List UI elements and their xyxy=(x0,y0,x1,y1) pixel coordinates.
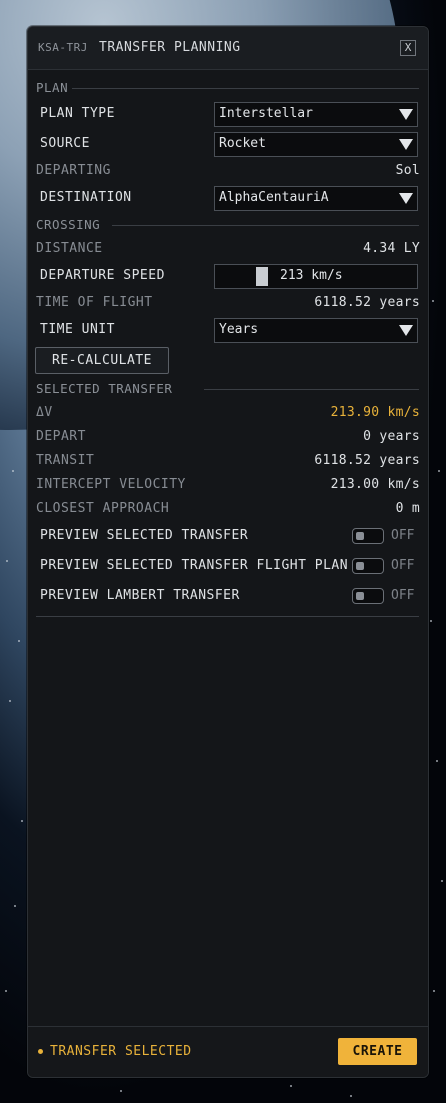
chevron-down-icon xyxy=(399,139,413,150)
departure-speed-label: DEPARTURE SPEED xyxy=(40,268,165,283)
time-of-flight-label: TIME OF FLIGHT xyxy=(36,295,153,310)
toggle-state: OFF xyxy=(391,588,415,603)
section-selected-label: SELECTED TRANSFER xyxy=(36,381,173,396)
plan-type-value: Interstellar xyxy=(219,106,313,121)
slider-thumb[interactable] xyxy=(256,267,268,286)
transit-label: TRANSIT xyxy=(36,453,95,468)
plan-type-dropdown[interactable]: Interstellar xyxy=(214,102,418,127)
plan-type-label: PLAN TYPE xyxy=(40,106,115,121)
recalculate-button[interactable]: RE-CALCULATE xyxy=(35,347,169,374)
chevron-down-icon xyxy=(399,193,413,204)
time-unit-dropdown[interactable]: Years xyxy=(214,318,418,343)
distance-value: 4.34 LY xyxy=(363,241,420,256)
status-dot-icon xyxy=(38,1049,43,1054)
intercept-velocity-value: 213.00 km/s xyxy=(330,477,420,492)
depart-label: DEPART xyxy=(36,429,86,444)
distance-label: DISTANCE xyxy=(36,241,103,256)
preview-lambert-transfer-toggle[interactable] xyxy=(352,588,384,604)
closest-approach-label: CLOSEST APPROACH xyxy=(36,501,170,516)
delta-v-value: 213.90 km/s xyxy=(330,405,420,420)
time-unit-label: TIME UNIT xyxy=(40,322,115,337)
destination-dropdown[interactable]: AlphaCentauriA xyxy=(214,186,418,211)
intercept-velocity-label: INTERCEPT VELOCITY xyxy=(36,477,186,492)
section-plan-label: PLAN xyxy=(36,80,69,95)
preview-flight-plan-label: PREVIEW SELECTED TRANSFER FLIGHT PLAN xyxy=(40,558,349,573)
closest-approach-value: 0 m xyxy=(395,501,420,516)
close-button[interactable]: X xyxy=(400,40,416,56)
source-dropdown[interactable]: Rocket xyxy=(214,132,418,157)
departure-speed-value: 213 km/s xyxy=(280,268,343,283)
depart-value: 0 years xyxy=(363,429,420,444)
destination-label: DESTINATION xyxy=(40,190,132,205)
transfer-planning-window: KSA-TRJ TRANSFER PLANNING X PLAN PLAN TY… xyxy=(27,26,429,1078)
departing-label: DEPARTING xyxy=(36,163,111,178)
source-label: SOURCE xyxy=(40,136,90,151)
preview-flight-plan-toggle[interactable] xyxy=(352,558,384,574)
section-crossing-label: CROSSING xyxy=(36,217,101,232)
transit-value: 6118.52 years xyxy=(314,453,420,468)
delta-v-label: ΔV xyxy=(36,405,53,420)
status-text: TRANSFER SELECTED xyxy=(50,1044,192,1059)
toggle-state: OFF xyxy=(391,528,415,543)
window-titlebar[interactable]: KSA-TRJ TRANSFER PLANNING X xyxy=(28,27,428,70)
preview-selected-transfer-label: PREVIEW SELECTED TRANSFER xyxy=(40,528,249,543)
time-unit-value: Years xyxy=(219,322,259,337)
preview-selected-transfer-toggle[interactable] xyxy=(352,528,384,544)
departing-value: Sol xyxy=(395,163,420,178)
window-footer: TRANSFER SELECTED CREATE xyxy=(28,1026,428,1077)
preview-lambert-transfer-label: PREVIEW LAMBERT TRANSFER xyxy=(40,588,240,603)
chevron-down-icon xyxy=(399,325,413,336)
time-of-flight-value: 6118.52 years xyxy=(314,295,420,310)
departure-speed-slider[interactable]: 213 km/s xyxy=(214,264,418,289)
source-value: Rocket xyxy=(219,136,266,151)
section-selected-transfer: SELECTED TRANSFER xyxy=(36,381,419,396)
toggle-state: OFF xyxy=(391,558,415,573)
section-crossing: CROSSING xyxy=(36,217,419,232)
window-title: TRANSFER PLANNING xyxy=(99,40,241,55)
section-plan: PLAN xyxy=(36,80,419,95)
divider xyxy=(36,616,419,617)
window-code: KSA-TRJ xyxy=(38,41,88,54)
create-button[interactable]: CREATE xyxy=(338,1038,417,1065)
chevron-down-icon xyxy=(399,109,413,120)
destination-value: AlphaCentauriA xyxy=(219,190,329,205)
